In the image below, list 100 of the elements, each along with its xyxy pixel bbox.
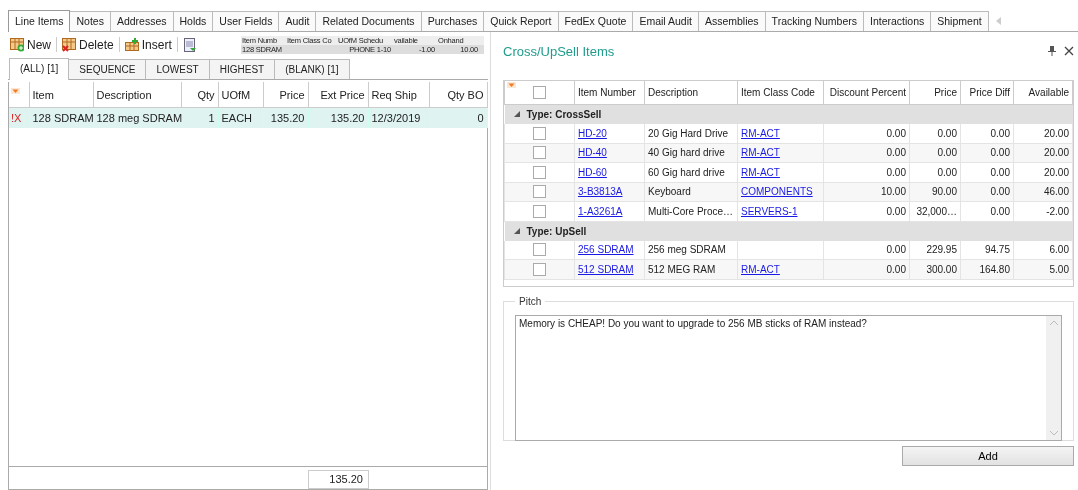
table-cell: 94.75	[984, 244, 1010, 256]
document-icon[interactable]	[182, 37, 197, 52]
table-cell: 0.00	[886, 205, 906, 217]
tab[interactable]: Quick Report	[483, 11, 559, 31]
tab[interactable]: Notes	[69, 11, 111, 31]
tab[interactable]: Addresses	[109, 11, 174, 31]
column-header[interactable]: Description	[644, 81, 738, 105]
column-header[interactable]: Item Number	[574, 81, 645, 105]
table-cell: 0.00	[937, 166, 957, 178]
table-cell: 0.00	[886, 244, 906, 256]
scroll-up-icon[interactable]	[1049, 320, 1058, 325]
insert-row-icon	[124, 37, 139, 52]
table-cell: 5.00	[1049, 263, 1069, 275]
checkbox[interactable]	[533, 204, 546, 218]
table-cell: 0.00	[886, 166, 906, 178]
pin-icon[interactable]	[1048, 46, 1056, 56]
tab[interactable]: FedEx Quote	[557, 11, 634, 31]
table-cell: 6.00	[1049, 244, 1069, 256]
toolbar-button[interactable]: New	[8, 35, 53, 54]
table-cell: 60 Gig hard drive	[648, 166, 725, 178]
tab[interactable]: User Fields	[212, 11, 280, 31]
filter-tab[interactable]: HIGHEST	[208, 59, 276, 79]
column-header[interactable]: Discount Percent	[823, 81, 910, 105]
group-label: Pitch	[518, 296, 543, 307]
table-cell: -2.00	[1046, 205, 1069, 217]
filter-tab[interactable]: (BLANK) [1]	[274, 59, 350, 79]
tab[interactable]: Tracking Numbers	[764, 11, 864, 31]
total-cell: 135.20	[308, 470, 369, 489]
table-cell: 20.00	[1043, 166, 1069, 178]
column-header[interactable]: Price Diff	[960, 81, 1014, 105]
table-cell: 32,000…	[916, 205, 957, 217]
group-header: Type: CrossSell	[526, 109, 602, 120]
collapse-icon[interactable]	[513, 227, 520, 235]
scroll-down-icon[interactable]	[1049, 431, 1058, 436]
column-header[interactable]: Available	[1013, 81, 1073, 105]
toolbar-button[interactable]: Insert	[122, 35, 174, 54]
tab[interactable]: Interactions	[863, 11, 932, 31]
table-cell: 512 MEG RAM	[648, 263, 716, 275]
column-header[interactable]: Price	[263, 82, 308, 108]
collapse-icon[interactable]	[513, 111, 520, 118]
column-header[interactable]: Req Ship	[368, 82, 429, 108]
filter-tab[interactable]: (ALL) [1]	[9, 58, 70, 80]
table-cell: Keyboard	[648, 186, 691, 198]
checkbox[interactable]	[533, 262, 546, 276]
table-cell: 0.00	[937, 147, 957, 159]
new-row-icon	[10, 37, 24, 52]
tab[interactable]: Assemblies	[697, 11, 766, 31]
column-header[interactable]: Qty BO	[429, 82, 487, 108]
table-cell: 0.00	[990, 147, 1010, 159]
table-row[interactable]: !X 128 SDRAM 128 meg SDRAM 1 EACH 135.20 135.20 12/3/2019 0	[9, 107, 487, 128]
pitch-field[interactable]: Memory is CHEAP! Do you want to upgrade to 256 MB sticks of RAM instead?	[515, 315, 1062, 441]
scroll-left-icon[interactable]	[995, 17, 1001, 25]
group-header: Type: UpSell	[526, 225, 587, 237]
table-cell: 0.00	[886, 263, 906, 275]
checkbox[interactable]	[533, 165, 546, 179]
column-header[interactable]: Item	[29, 82, 93, 108]
table-cell: 46.00	[1043, 186, 1069, 198]
column-header[interactable]: UOfM	[218, 82, 263, 108]
table-cell: 20.00	[1043, 147, 1069, 159]
column-header[interactable]: Price	[909, 81, 961, 105]
status-indicator: !X	[9, 107, 29, 128]
table-cell: Multi-Core Proce…	[648, 205, 734, 217]
filter-tab[interactable]: LOWEST	[145, 59, 210, 79]
tab[interactable]: Shipment	[930, 11, 989, 31]
panel-title: Cross/UpSell Items	[503, 43, 616, 59]
table-cell: 0.00	[937, 127, 957, 139]
table-cell: 10.00	[880, 186, 906, 198]
tab[interactable]: Related Documents	[315, 11, 422, 31]
toolbar-button[interactable]: Delete	[60, 35, 116, 54]
tab[interactable]: Purchases	[420, 11, 485, 31]
table-cell: 164.80	[979, 263, 1010, 275]
table-cell: 229.95	[926, 244, 957, 256]
delete-row-icon	[62, 37, 76, 52]
add-button[interactable]: Add	[902, 446, 1074, 466]
table-cell: 256 meg SDRAM	[648, 244, 726, 256]
tab[interactable]: Holds	[172, 11, 214, 31]
checkbox[interactable]	[533, 126, 546, 140]
filter-tab[interactable]: SEQUENCE	[68, 59, 147, 79]
column-header[interactable]: Ext Price	[308, 82, 368, 108]
column-header[interactable]: Description	[93, 82, 181, 108]
scrollbar[interactable]	[1046, 316, 1061, 440]
table-cell: 0.00	[886, 127, 906, 139]
table-cell: 300.00	[926, 263, 957, 275]
tab[interactable]: Line Items	[8, 10, 71, 32]
column-header[interactable]: Qty	[181, 82, 218, 108]
column-menu-icon[interactable]	[11, 88, 20, 94]
checkbox[interactable]	[533, 185, 546, 199]
table-cell: 0.00	[990, 127, 1010, 139]
table-cell: 0.00	[990, 205, 1010, 217]
checkbox[interactable]	[533, 86, 546, 99]
table-cell: 0.00	[886, 147, 906, 159]
tab[interactable]: Email Audit	[632, 11, 699, 31]
tab[interactable]: Audit	[278, 11, 317, 31]
table-cell: 0.00	[990, 166, 1010, 178]
checkbox[interactable]	[533, 243, 546, 257]
close-icon[interactable]	[1064, 46, 1074, 56]
column-header[interactable]: Item Class Code	[737, 81, 824, 105]
column-menu-icon[interactable]	[507, 82, 516, 88]
checkbox[interactable]	[533, 146, 546, 160]
table-cell: 20 Gig Hard Drive	[648, 127, 729, 139]
